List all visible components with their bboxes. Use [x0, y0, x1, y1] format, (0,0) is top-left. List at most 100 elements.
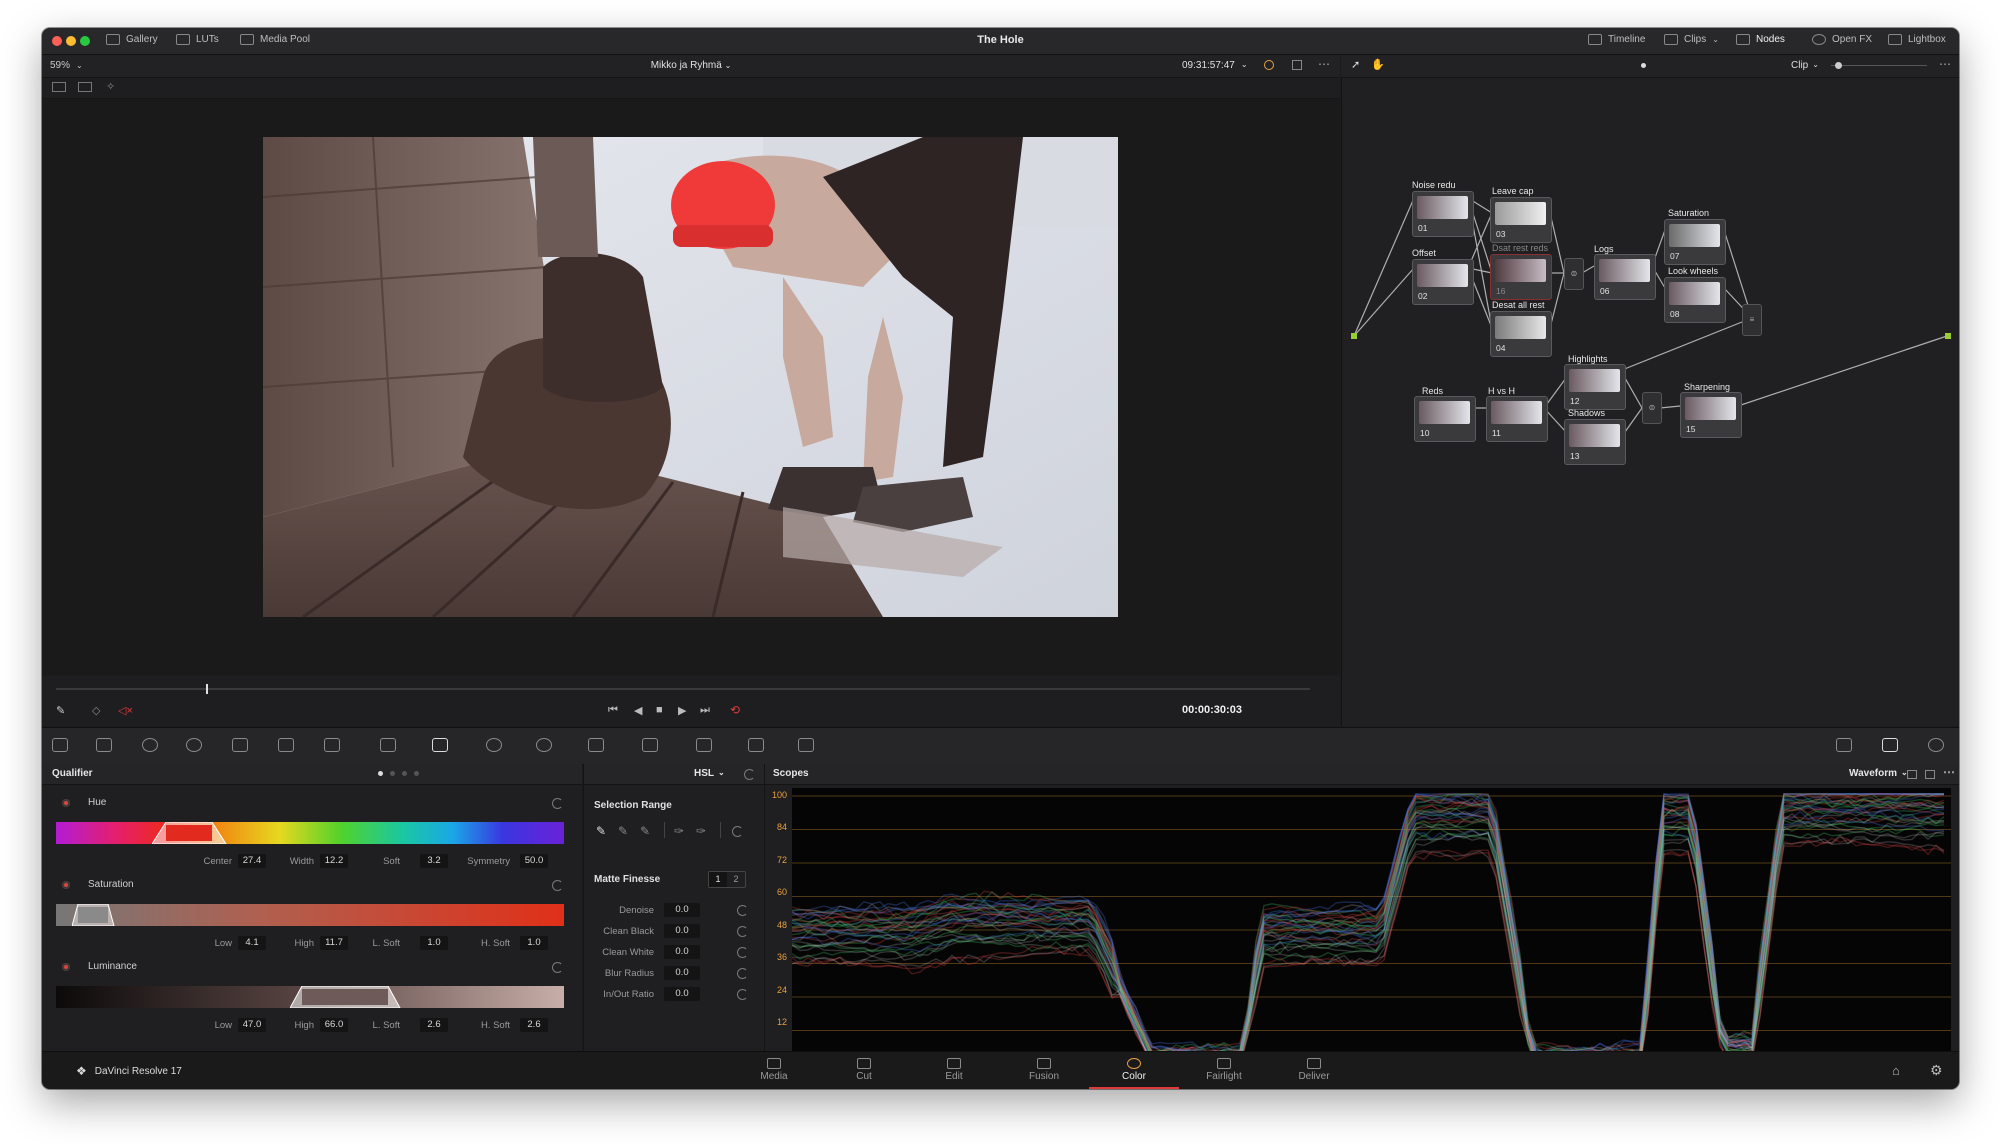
- reset-icon[interactable]: [552, 880, 563, 891]
- split-viewer-icon[interactable]: [78, 82, 92, 92]
- window-icon[interactable]: [486, 738, 502, 752]
- stop-icon[interactable]: ■: [656, 704, 663, 716]
- reset-icon[interactable]: [737, 989, 748, 1000]
- reset-icon[interactable]: [737, 968, 748, 979]
- magic-mask-icon[interactable]: [588, 738, 604, 752]
- node-reds[interactable]: 10: [1414, 396, 1476, 442]
- page-tab-color[interactable]: Color: [1089, 1052, 1179, 1089]
- node-zoom-handle[interactable]: [1835, 62, 1842, 69]
- scope-mode-dropdown[interactable]: Waveform ⌄: [1849, 768, 1908, 779]
- go-to-start-icon[interactable]: ⏮: [608, 704, 618, 717]
- saturation-low-field[interactable]: 4.1: [238, 936, 266, 950]
- luminance-high-field[interactable]: 66.0: [320, 1018, 348, 1032]
- node-logs[interactable]: 06: [1594, 254, 1656, 300]
- fullscreen-icon[interactable]: [1925, 770, 1935, 779]
- node-mode-dropdown[interactable]: Clip ⌄: [1791, 60, 1819, 71]
- key-icon[interactable]: [696, 738, 712, 752]
- hue-range-bar[interactable]: [56, 822, 564, 844]
- eyedropper-icon[interactable]: ✎: [56, 704, 65, 717]
- hue-center-field[interactable]: 27.4: [238, 854, 266, 868]
- fullscreen-icon[interactable]: [1292, 60, 1302, 70]
- wand-icon[interactable]: ✧: [106, 80, 115, 93]
- reset-icon[interactable]: [552, 962, 563, 973]
- node-zoom-slider[interactable]: [1831, 65, 1927, 66]
- more-options-icon[interactable]: ⋯: [1943, 765, 1955, 779]
- more-options-icon[interactable]: ⋯: [1318, 57, 1330, 71]
- blur-radius-field[interactable]: 0.0: [664, 966, 700, 980]
- sizing-icon[interactable]: [748, 738, 764, 752]
- timecode-dropdown[interactable]: 09:31:57:47 ⌄: [1182, 60, 1248, 71]
- color-wheels-icon[interactable]: [142, 738, 158, 752]
- highlight-icon[interactable]: [1264, 60, 1274, 70]
- 3d-icon[interactable]: [798, 738, 814, 752]
- saturation-hsoft-field[interactable]: 1.0: [520, 936, 548, 950]
- node-h-vs-h[interactable]: 11: [1486, 396, 1548, 442]
- node-highlights[interactable]: 12: [1564, 364, 1626, 410]
- luminance-low-field[interactable]: 47.0: [238, 1018, 266, 1032]
- luminance-hsoft-field[interactable]: 2.6: [520, 1018, 548, 1032]
- scrubber-track[interactable]: [56, 688, 1310, 690]
- open-fx-button[interactable]: Open FX: [1812, 34, 1872, 45]
- picker-icon[interactable]: ✎: [596, 824, 606, 838]
- node-shadows[interactable]: 13: [1564, 419, 1626, 465]
- page-tab-media[interactable]: Media: [729, 1052, 819, 1089]
- lightbox-scope-icon[interactable]: [1836, 738, 1852, 752]
- nodes-button[interactable]: Nodes: [1736, 34, 1785, 45]
- qualifier-mode-dropdown[interactable]: HSL ⌄: [694, 768, 725, 779]
- hdr-wheels-icon[interactable]: [186, 738, 202, 752]
- home-icon[interactable]: ⌂: [1892, 1063, 1900, 1078]
- play-reverse-icon[interactable]: ◀: [634, 704, 642, 717]
- node-desat-all-rest[interactable]: 04: [1490, 311, 1552, 357]
- mute-audio-icon[interactable]: ◁×: [118, 704, 133, 717]
- more-options-icon[interactable]: ⋯: [1939, 57, 1951, 71]
- luminance-range-bar[interactable]: [56, 986, 564, 1008]
- go-to-end-icon[interactable]: ⏭: [700, 704, 710, 717]
- matte-page-toggle[interactable]: 1 2: [708, 871, 746, 888]
- luminance-enable-toggle[interactable]: [62, 963, 70, 971]
- page-dot[interactable]: [390, 771, 395, 776]
- waveform-display[interactable]: [791, 788, 1951, 1072]
- saturation-enable-toggle[interactable]: [62, 881, 70, 889]
- node-look-wheels[interactable]: 08: [1664, 277, 1726, 323]
- reset-icon[interactable]: [744, 769, 755, 780]
- picker-plus-icon[interactable]: ✎: [640, 824, 650, 838]
- page-dot[interactable]: [1641, 63, 1646, 68]
- denoise-field[interactable]: 0.0: [664, 903, 700, 917]
- page-dot[interactable]: [378, 771, 383, 776]
- tracker-icon[interactable]: [536, 738, 552, 752]
- qualifier-icon[interactable]: [432, 738, 448, 752]
- layer-mixer-node[interactable]: ≡: [1742, 304, 1762, 336]
- node-saturation[interactable]: 07: [1664, 219, 1726, 265]
- page-tab-fusion[interactable]: Fusion: [999, 1052, 1089, 1089]
- hue-symmetry-field[interactable]: 50.0: [520, 854, 548, 868]
- scope-settings-icon[interactable]: [1907, 770, 1917, 779]
- hand-icon[interactable]: ✋: [1371, 58, 1385, 71]
- reset-selection-icon[interactable]: [732, 826, 743, 837]
- rgb-mixer-icon[interactable]: [232, 738, 248, 752]
- hue-soft-field[interactable]: 3.2: [420, 854, 448, 868]
- reset-icon[interactable]: [552, 798, 563, 809]
- reset-icon[interactable]: [737, 905, 748, 916]
- timeline-button[interactable]: Timeline: [1588, 34, 1645, 45]
- node-offset[interactable]: 02: [1412, 259, 1474, 305]
- color-warper-icon[interactable]: [380, 738, 396, 752]
- hue-enable-toggle[interactable]: [62, 799, 70, 807]
- play-icon[interactable]: ▶: [678, 704, 686, 717]
- saturation-high-field[interactable]: 11.7: [320, 936, 348, 950]
- scopes-icon[interactable]: [1882, 738, 1898, 752]
- clips-button[interactable]: Clips ⌄: [1664, 34, 1719, 45]
- feather-minus-icon[interactable]: ✑: [674, 824, 684, 838]
- saturation-range-bar[interactable]: [56, 904, 564, 926]
- reset-icon[interactable]: [737, 926, 748, 937]
- reset-icon[interactable]: [737, 947, 748, 958]
- scrubber-playhead[interactable]: [206, 684, 209, 694]
- clip-name-dropdown[interactable]: Mikko ja Ryhmä ⌄: [42, 60, 1340, 71]
- page-tab-fairlight[interactable]: Fairlight: [1179, 1052, 1269, 1089]
- page-tab-edit[interactable]: Edit: [909, 1052, 999, 1089]
- single-viewer-icon[interactable]: [52, 82, 66, 92]
- page-tab-deliver[interactable]: Deliver: [1269, 1052, 1359, 1089]
- clean-black-field[interactable]: 0.0: [664, 924, 700, 938]
- node-leave-cap[interactable]: 03: [1490, 197, 1552, 243]
- viewer-image[interactable]: [263, 137, 1118, 617]
- motion-effects-icon[interactable]: [278, 738, 294, 752]
